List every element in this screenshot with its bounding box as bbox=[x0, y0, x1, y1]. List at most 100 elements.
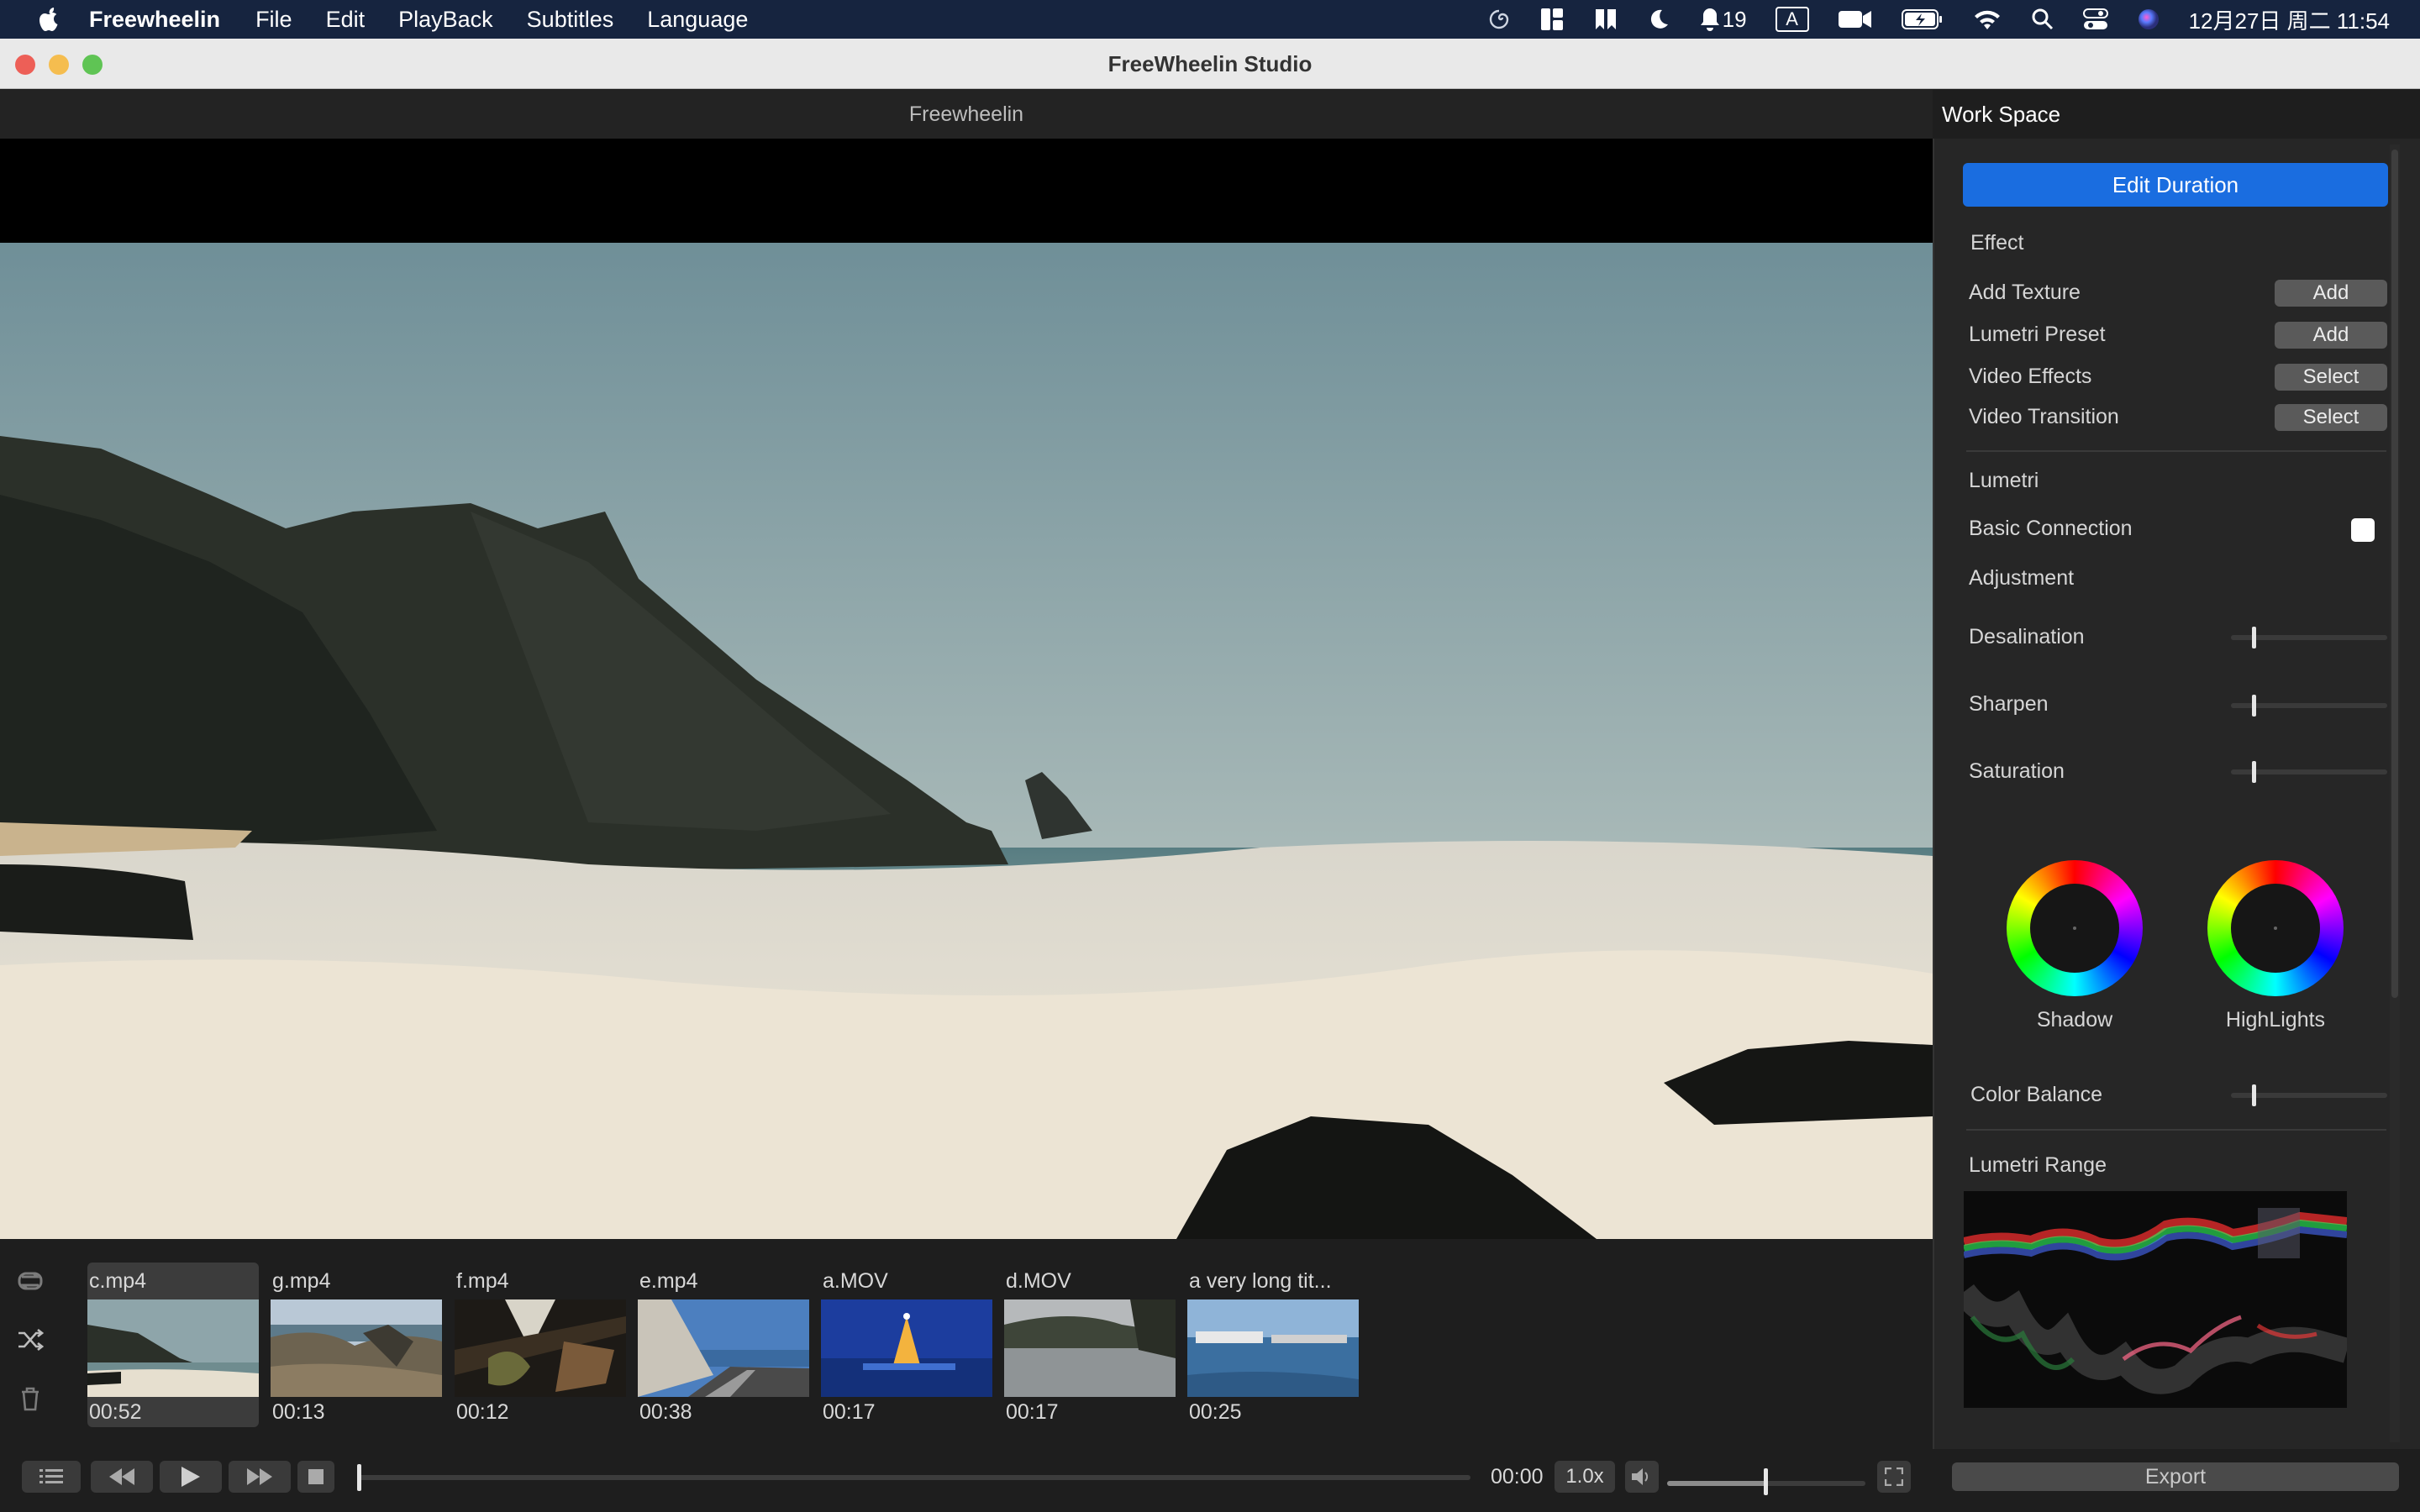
menu-playback[interactable]: PlayBack bbox=[398, 7, 493, 33]
status-area: 19 A 12月27日 周二 11:54 bbox=[1459, 0, 2390, 39]
clip-thumbnail bbox=[455, 1299, 626, 1397]
clock[interactable]: 12月27日 周二 11:54 bbox=[2189, 4, 2390, 35]
playlist-clip-long-title[interactable]: a very long tit... 00:25 bbox=[1187, 1263, 1359, 1427]
playlist-toggle-button[interactable] bbox=[22, 1461, 81, 1493]
playlist-clip-g-mp4[interactable]: g.mp4 00:13 bbox=[271, 1263, 442, 1427]
play-button[interactable] bbox=[160, 1461, 222, 1493]
scrubber-handle[interactable] bbox=[357, 1464, 361, 1491]
video-effects-label: Video Effects bbox=[1969, 365, 2092, 388]
playback-scrubber[interactable] bbox=[357, 1475, 1470, 1480]
clip-title: d.MOV bbox=[1006, 1269, 1071, 1293]
volume-handle[interactable] bbox=[1764, 1468, 1768, 1495]
saturation-handle[interactable] bbox=[2252, 761, 2256, 783]
highlights-wheel-point[interactable] bbox=[2274, 927, 2277, 930]
playback-speed-button[interactable]: 1.0x bbox=[1555, 1461, 1615, 1493]
menu-file[interactable]: File bbox=[255, 7, 292, 33]
app-menu[interactable]: Freewheelin bbox=[89, 7, 220, 33]
lumetri-preset-button[interactable]: Add bbox=[2275, 322, 2387, 349]
waveform-scope-image bbox=[1964, 1191, 2347, 1408]
add-texture-label: Add Texture bbox=[1969, 281, 2081, 304]
fast-forward-icon bbox=[247, 1468, 272, 1485]
section-divider bbox=[1966, 1129, 2386, 1131]
clip-title: g.mp4 bbox=[272, 1269, 331, 1293]
lumetri-section-title: Lumetri bbox=[1969, 469, 2039, 492]
video-frame bbox=[0, 243, 1933, 1239]
speaker-icon bbox=[1632, 1468, 1649, 1485]
clip-duration: 00:17 bbox=[823, 1400, 876, 1424]
shadow-wheel-point[interactable] bbox=[2073, 927, 2076, 930]
clip-title: c.mp4 bbox=[89, 1269, 147, 1293]
clip-duration: 00:38 bbox=[639, 1400, 692, 1424]
notification-count: 19 bbox=[1722, 6, 1747, 32]
export-button[interactable]: Export bbox=[1952, 1462, 2399, 1491]
notification-bell-icon[interactable]: 19 bbox=[1699, 7, 1747, 33]
layout-grid-icon[interactable] bbox=[1539, 7, 1565, 32]
video-transition-button[interactable]: Select bbox=[2275, 404, 2387, 431]
control-center-icon[interactable] bbox=[2082, 8, 2108, 31]
list-icon bbox=[39, 1469, 63, 1483]
loop-icon[interactable] bbox=[13, 1264, 47, 1298]
shadow-label: Shadow bbox=[2036, 1008, 2113, 1032]
add-texture-button[interactable]: Add bbox=[2275, 280, 2387, 307]
shadow-color-wheel[interactable] bbox=[2007, 860, 2143, 996]
viewer-title: Freewheelin bbox=[0, 90, 1933, 139]
shuffle-icon[interactable] bbox=[13, 1323, 47, 1357]
sharpen-handle[interactable] bbox=[2252, 695, 2256, 717]
wifi-icon[interactable] bbox=[1972, 8, 2002, 31]
siri-icon[interactable] bbox=[2137, 8, 2160, 31]
desalination-handle[interactable] bbox=[2252, 627, 2256, 648]
swirl-icon[interactable] bbox=[1487, 8, 1511, 31]
basic-connection-checkbox[interactable] bbox=[2351, 518, 2375, 542]
clip-title: f.mp4 bbox=[456, 1269, 509, 1293]
rewind-button[interactable] bbox=[91, 1461, 153, 1493]
lumetri-range-scope bbox=[1964, 1191, 2347, 1408]
clip-title: a.MOV bbox=[823, 1269, 888, 1293]
battery-icon[interactable] bbox=[1901, 8, 1944, 30]
playlist-panel: c.mp4 00:52 g.mp4 00:13 f.mp4 00:12 e.mp… bbox=[0, 1239, 1933, 1449]
stop-icon bbox=[308, 1469, 324, 1484]
current-time: 00:00 bbox=[1491, 1465, 1544, 1488]
effect-section-title: Effect bbox=[1970, 231, 2024, 255]
input-method-icon[interactable]: A bbox=[1775, 7, 1809, 32]
menu-subtitles[interactable]: Subtitles bbox=[527, 7, 614, 33]
color-balance-handle[interactable] bbox=[2252, 1084, 2256, 1106]
rewind-icon bbox=[109, 1468, 134, 1485]
clip-thumbnail bbox=[1187, 1299, 1359, 1397]
edit-duration-button[interactable]: Edit Duration bbox=[1963, 163, 2388, 207]
highlights-label: HighLights bbox=[2225, 1008, 2326, 1032]
desalination-label: Desalination bbox=[1969, 625, 2085, 648]
clip-duration: 00:13 bbox=[272, 1400, 325, 1424]
fullscreen-button[interactable] bbox=[1877, 1461, 1911, 1493]
playlist-clip-c-mp4[interactable]: c.mp4 00:52 bbox=[87, 1263, 259, 1427]
trash-icon[interactable] bbox=[13, 1382, 47, 1415]
clip-duration: 00:25 bbox=[1189, 1400, 1242, 1424]
menu-edit[interactable]: Edit bbox=[326, 7, 366, 33]
clip-thumbnail bbox=[271, 1299, 442, 1397]
apple-menu-icon[interactable] bbox=[32, 6, 66, 33]
clip-title: e.mp4 bbox=[639, 1269, 698, 1293]
playlist-clip-f-mp4[interactable]: f.mp4 00:12 bbox=[455, 1263, 626, 1427]
stop-button[interactable] bbox=[297, 1461, 334, 1493]
window-tiling-icon[interactable] bbox=[1593, 7, 1618, 32]
input-method-label: A bbox=[1775, 7, 1809, 32]
transport-bar: 00:00 1.0x bbox=[0, 1449, 1933, 1512]
playlist-clip-e-mp4[interactable]: e.mp4 00:38 bbox=[638, 1263, 809, 1427]
playlist-clip-d-mov[interactable]: d.MOV 00:17 bbox=[1004, 1263, 1176, 1427]
workspace-scrollbar-thumb[interactable] bbox=[2391, 150, 2398, 998]
clip-title: a very long tit... bbox=[1189, 1269, 1332, 1293]
moon-icon[interactable] bbox=[1647, 8, 1670, 31]
video-viewer[interactable] bbox=[0, 139, 1933, 1239]
volume-button[interactable] bbox=[1625, 1461, 1659, 1493]
highlights-color-wheel[interactable] bbox=[2207, 860, 2344, 996]
video-camera-icon[interactable] bbox=[1838, 8, 1873, 31]
sharpen-label: Sharpen bbox=[1969, 692, 2049, 716]
search-icon[interactable] bbox=[2031, 8, 2054, 31]
saturation-label: Saturation bbox=[1969, 759, 2065, 783]
menu-language[interactable]: Language bbox=[647, 7, 748, 33]
playlist-clip-a-mov[interactable]: a.MOV 00:17 bbox=[821, 1263, 992, 1427]
video-effects-button[interactable]: Select bbox=[2275, 364, 2387, 391]
section-divider bbox=[1966, 450, 2386, 452]
basic-connection-label: Basic Connection bbox=[1969, 517, 2133, 540]
window-title-bar: FreeWheelin Studio bbox=[0, 39, 2420, 89]
fast-forward-button[interactable] bbox=[229, 1461, 291, 1493]
